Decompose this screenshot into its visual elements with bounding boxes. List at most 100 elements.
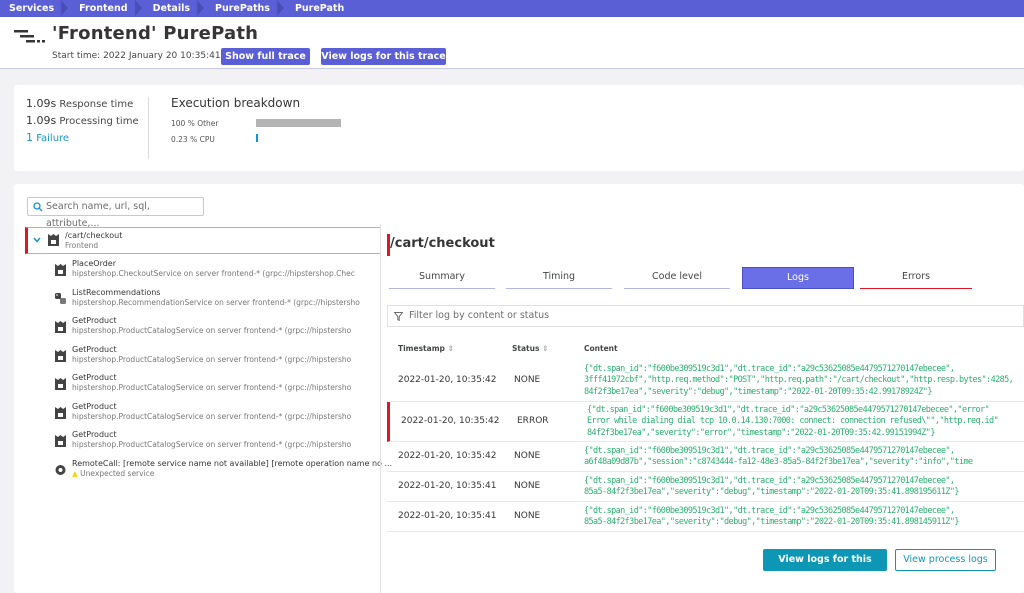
tree-node[interactable]: ListRecommendations hipstershop.Recommend…: [54, 287, 384, 314]
column-header-status[interactable]: Status ⇕: [512, 344, 548, 353]
log-content-line: {"dt.span_id":"f600be309519c3d1","dt.tra…: [584, 363, 955, 374]
chevron-down-icon[interactable]: [33, 237, 41, 243]
tree-node[interactable]: GetProduct hipstershop.ProductCatalogServ…: [54, 401, 384, 428]
breakdown-bar-other: [256, 119, 341, 127]
tree-node-name: ListRecommendations: [72, 287, 161, 297]
log-content-line: 85a5-84f2f3be17ea","severity":"debug","t…: [584, 487, 960, 497]
tab-logs[interactable]: Logs: [742, 267, 854, 289]
log-content-line: 84f2f3be17ea","severity":"debug","timest…: [584, 386, 932, 397]
breadcrumb-details[interactable]: Details: [144, 0, 206, 17]
tree-node[interactable]: GetProduct hipstershop.ProductCatalogServ…: [54, 429, 384, 456]
log-status: NONE: [514, 481, 541, 491]
tree-node[interactable]: GetProduct hipstershop.ProductCatalogServ…: [54, 372, 384, 399]
view-logs-for-trace-button[interactable]: View logs for this trace: [763, 549, 887, 587]
search-input[interactable]: Search name, url, sql, attribute,...: [27, 197, 204, 229]
log-content-line: 84f2f3be17ea","severity":"error","timest…: [587, 427, 935, 438]
gear-icon: [55, 464, 66, 475]
tree-root-sub: Frontend: [65, 241, 99, 250]
start-time: Start time: 2022 January 20 10:35:41: [52, 51, 221, 61]
search-placeholder: Search name, url, sql, attribute,...: [46, 201, 150, 229]
show-full-trace-button[interactable]: Show full trace: [221, 48, 310, 65]
service-icon: [55, 321, 66, 333]
log-status: ERROR: [517, 416, 549, 426]
page-title: 'Frontend' PurePath: [52, 23, 259, 44]
log-row[interactable]: 2022-01-20, 10:35:41 NONE {"dt.span_id":"f…: [387, 472, 1024, 502]
tree-node-name: GetProduct: [72, 344, 117, 354]
tab-summary[interactable]: Summary: [389, 267, 495, 289]
processing-time-value: 1.09s: [26, 114, 57, 127]
log-content-line: a6f48a09d87b","session":"c8743444-fa12-4…: [584, 457, 973, 467]
page-header: 'Frontend' PurePath Start time: 2022 Jan…: [0, 17, 1024, 69]
tree-node-name: RemoteCall: [remote service name not ava…: [72, 458, 393, 468]
breadcrumb-services[interactable]: Services: [0, 0, 70, 17]
tree-root-node[interactable]: /cart/checkout Frontend: [25, 227, 381, 254]
breadcrumb-purepath[interactable]: PurePath: [286, 0, 360, 17]
service-icon: [55, 378, 66, 390]
log-status: NONE: [514, 375, 541, 385]
log-row[interactable]: 2022-01-20, 10:35:41 NONE {"dt.span_id":"f…: [387, 502, 1024, 532]
log-content-line: 3fff41972cbf","http.req.method":"POST","…: [584, 375, 1014, 386]
log-status: NONE: [514, 451, 541, 461]
breadcrumb-purepaths[interactable]: PurePaths: [206, 0, 286, 17]
log-timestamp: 2022-01-20, 10:35:42: [401, 416, 500, 426]
service-icon: [55, 349, 66, 362]
log-content-line: {"dt.span_id":"f600be309519c3d1","dt.tra…: [584, 445, 955, 456]
search-icon: [33, 202, 43, 212]
purepath-panel: Search name, url, sql, attribute,... /ca…: [14, 184, 1024, 593]
tree-node-name: GetProduct: [72, 401, 117, 411]
divider: [148, 97, 149, 159]
column-header-timestamp[interactable]: Timestamp ⇕: [398, 344, 454, 353]
service-icon: [55, 406, 66, 419]
tree-node[interactable]: GetProduct hipstershop.ProductCatalogServ…: [54, 344, 384, 371]
failure-link[interactable]: 1 Failure: [26, 131, 69, 144]
tree-node-name: GetProduct: [72, 316, 117, 325]
tree-node[interactable]: GetProduct hipstershop.ProductCatalogServ…: [54, 315, 384, 342]
log-timestamp: 2022-01-20, 10:35:41: [398, 481, 497, 491]
log-row[interactable]: 2022-01-20, 10:35:42 NONE {"dt.span_id":"f…: [387, 442, 1024, 472]
processing-time-label: Processing time: [59, 116, 139, 127]
breakdown-label-other: 100 % Other: [171, 119, 219, 128]
tree-node-sub: hipstershop.ProductCatalogService on ser…: [72, 411, 352, 421]
sort-icon: ⇕: [542, 344, 549, 353]
view-process-logs-button[interactable]: View process logs: [895, 549, 996, 571]
log-content-line: Error while dialing dial tcp 10.0.14.130…: [587, 416, 999, 427]
tab-errors[interactable]: Errors: [860, 267, 972, 289]
breadcrumb-label: Details: [152, 3, 191, 14]
column-label: Timestamp: [398, 344, 445, 353]
breadcrumb-label: Frontend: [79, 3, 128, 14]
tree-node-name: GetProduct: [72, 430, 117, 439]
log-row[interactable]: 2022-01-20, 10:35:42 ERROR {"dt.span_id":"…: [387, 402, 1024, 442]
response-time-value: 1.09s: [26, 97, 57, 110]
tree-node-name: PlaceOrder: [72, 259, 117, 268]
detail-title: /cart/checkout: [390, 236, 495, 251]
processing-time: 1.09s Processing time: [26, 114, 139, 127]
tree-node-sub-text: Unexpected service: [80, 468, 155, 478]
log-filter-input[interactable]: Filter log by content or status: [387, 305, 1024, 327]
tree-root-name: /cart/checkout: [65, 231, 123, 240]
sort-icon: ⇕: [447, 344, 454, 353]
tree-node-sub: ▲ Unexpected service: [72, 469, 384, 478]
tab-code-level[interactable]: Code level: [624, 267, 730, 289]
response-time-label: Response time: [59, 99, 134, 110]
tree-node-sub: hipstershop.ProductCatalogService on ser…: [72, 440, 352, 449]
tree-node-sub: hipstershop.ProductCatalogService on ser…: [72, 326, 352, 335]
warning-icon: ▲: [72, 468, 78, 478]
tree-node-sub: hipstershop.CheckoutService on server fr…: [72, 269, 355, 278]
log-status: NONE: [514, 511, 541, 521]
summary-card: 1.09s Response time 1.09s Processing tim…: [14, 85, 1024, 171]
filter-placeholder: Filter log by content or status: [409, 310, 550, 321]
service-icon: [48, 234, 59, 246]
breadcrumb: Services Frontend Details PurePaths Pure…: [0, 0, 1024, 17]
breadcrumb-frontend[interactable]: Frontend: [70, 0, 143, 17]
view-logs-header-button[interactable]: View logs for this trace: [321, 48, 446, 65]
tree-node[interactable]: PlaceOrder hipstershop.CheckoutService on…: [54, 258, 384, 285]
tree-node-sub: hipstershop.ProductCatalogService on ser…: [72, 383, 352, 392]
tree-node[interactable]: RemoteCall: [remote service name not ava…: [54, 458, 392, 485]
log-timestamp: 2022-01-20, 10:35:42: [398, 375, 497, 385]
column-header-content: Content: [584, 344, 618, 353]
breakdown-bar-cpu: [256, 134, 258, 142]
breadcrumb-label: Services: [9, 3, 55, 14]
tab-timing[interactable]: Timing: [506, 267, 612, 289]
log-row[interactable]: 2022-01-20, 10:35:42 NONE {"dt.span_id":"f…: [387, 360, 1024, 402]
execution-breakdown-title: Execution breakdown: [171, 96, 301, 110]
